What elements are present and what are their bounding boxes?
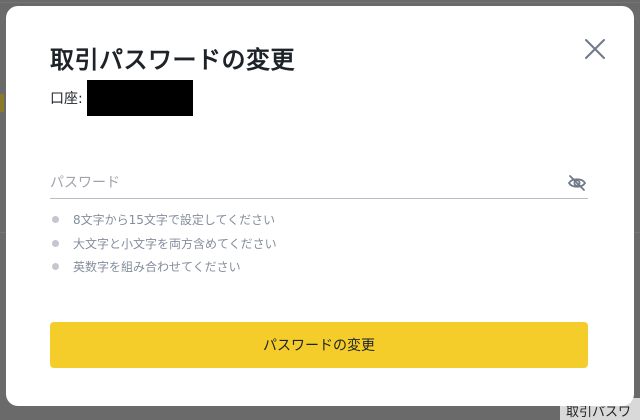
- close-icon: [585, 39, 605, 59]
- rule-item: 8文字から15文字で設定してください: [52, 208, 277, 232]
- close-button[interactable]: [580, 34, 610, 64]
- password-input[interactable]: [50, 170, 550, 196]
- toggle-visibility-button[interactable]: [566, 172, 588, 194]
- bullet-icon: [52, 216, 59, 224]
- rule-item: 大文字と小文字を両方含めてください: [52, 232, 277, 256]
- change-password-button[interactable]: パスワードの変更: [50, 322, 588, 368]
- change-password-dialog: 取引パスワードの変更 口座: 8文字から15文字で設定してください 大文字と小文…: [6, 6, 634, 406]
- rule-text: 大文字と小文字を両方含めてください: [73, 236, 277, 251]
- password-field: [50, 170, 588, 199]
- password-rules: 8文字から15文字で設定してください 大文字と小文字を両方含めてください 英数字…: [52, 208, 277, 279]
- eye-slash-icon: [567, 175, 587, 191]
- account-label: 口座:: [50, 91, 83, 107]
- rule-text: 英数字を組み合わせてください: [73, 260, 241, 275]
- account-redacted: [86, 80, 193, 116]
- background-accent: [0, 94, 4, 112]
- account-row: 口座:: [50, 80, 193, 116]
- background-divider: [0, 2, 640, 3]
- rule-item: 英数字を組み合わせてください: [52, 255, 277, 279]
- rule-text: 8文字から15文字で設定してください: [73, 213, 276, 228]
- dialog-title: 取引パスワードの変更: [50, 46, 295, 74]
- bullet-icon: [52, 263, 59, 271]
- bullet-icon: [52, 239, 59, 247]
